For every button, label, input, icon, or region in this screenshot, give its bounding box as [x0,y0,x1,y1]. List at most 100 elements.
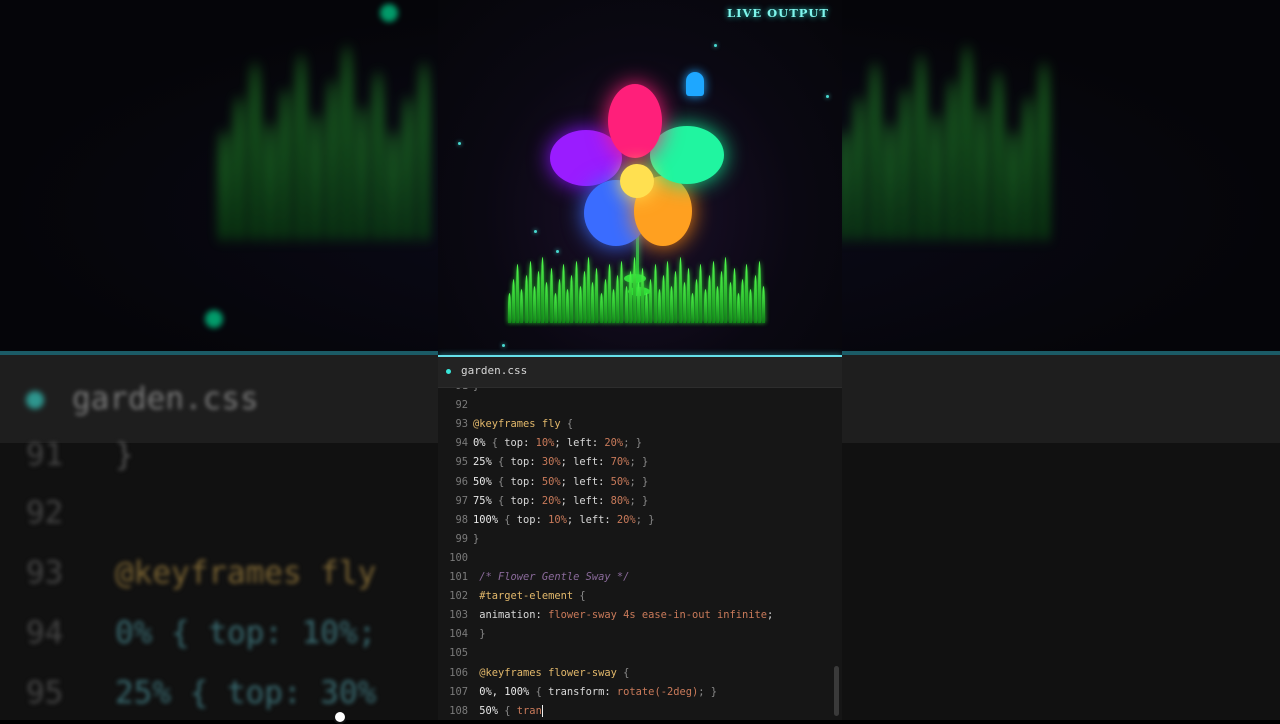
grass-blade [703,289,707,323]
line-number: 101 [449,571,468,583]
grass-patch [508,255,770,323]
grass-blade [649,278,653,323]
grass-blade [978,104,987,240]
line-number: 104 [449,628,468,641]
grass-blade [720,271,724,323]
code-token: ; } [635,513,655,526]
grass-blade [699,264,703,323]
grass-blade [620,260,624,323]
grass-blade [578,285,582,323]
grass-blade [574,260,578,323]
line-code: animation: flower-sway 4s ease-in-out in… [473,606,773,625]
code-token: top: [510,475,542,488]
grass-blade [1008,130,1017,240]
grass-blade [570,275,574,323]
grass-blade [553,293,557,323]
live-output-preview: LIVE OUTPUT [438,0,842,356]
code-token: { [623,666,630,679]
code-token: ; } [698,685,718,698]
code-token: top: [510,456,542,469]
grass-blade [327,79,336,240]
background-grass-left [220,40,440,240]
grass-blade [724,257,728,323]
grass-blade [732,267,736,323]
grass-blade [528,260,532,323]
code-token: 75% [473,494,499,507]
grass-blade [358,104,367,240]
grass-blade [749,289,753,323]
code-token: ; } [629,475,649,488]
code-token: transform: [548,685,617,698]
background-line-text: @keyframes fly [115,555,377,591]
grass-blade [508,293,511,323]
code-token: { [491,437,505,450]
grass-blade [419,62,428,240]
line-number: 103 [449,609,468,622]
grass-blade [695,278,699,323]
grass-blade [682,282,686,323]
line-number: 97 [455,494,468,507]
grass-blade [541,257,545,323]
code-token: animation: [473,609,549,622]
grass-blade [545,282,549,323]
grass-blade [901,87,910,240]
grass-blade [657,289,661,323]
line-code: } [473,625,485,644]
background-line-number: 95 [26,675,64,711]
grass-blade [678,257,682,323]
file-tab-bar: garden.css [438,357,842,388]
editor-panel: LIVE OUTPUT garden.css 91} 92 93 @keyframes… [438,0,842,720]
line-number: 102 [449,590,468,603]
grass-blade [670,285,674,323]
grass-blade [373,70,382,240]
code-token: 20% [541,494,561,507]
grass-blade [628,271,632,323]
code-token: { [535,685,549,698]
line-code: /* Flower Gentle Sway */ [473,568,629,587]
grass-blade [595,267,599,323]
line-code: 50% { top: 50%; left: 50%; } [473,473,648,492]
code-token: ; [560,456,574,469]
particle [714,44,717,47]
line-number: 100 [449,551,468,564]
code-token: ; [566,513,580,526]
code-token: left: [573,494,611,507]
line-code: } [473,388,479,396]
grass-blade [582,271,586,323]
grass-blade [666,260,670,323]
code-token: { [566,418,574,431]
code-token: 20% [616,513,636,526]
code-token: ; [560,494,574,507]
line-number: 108 [449,704,468,717]
grass-blade [566,289,570,323]
file-tab-garden-css[interactable]: garden.css [461,364,527,377]
mouse-cursor-icon [333,710,347,724]
grass-blade [1024,96,1033,240]
grass-blade [653,264,657,323]
grass-blade [296,53,305,240]
code-token: { [579,590,586,603]
grass-blade [607,264,611,323]
code-token: 50% [473,704,505,717]
background-grass-right [840,40,1060,240]
editor-scrollbar[interactable] [834,666,839,716]
background-line-text: } [115,437,134,473]
background-line-text: 0% { top: 10%; [115,615,377,651]
grass-blade [516,264,520,323]
grass-blade [557,278,561,323]
code-token: 0%, 100% [473,685,536,698]
line-code: @keyframes flower-sway { [473,664,629,683]
text-caret [541,704,543,717]
grass-blade [947,79,956,240]
grass-blade [637,282,640,323]
line-code: } [473,530,479,549]
code-token: ; } [629,494,649,507]
line-code: 100% { top: 10%; left: 20%; } [473,511,654,530]
line-code: @keyframes fly { [473,415,573,434]
code-token: top: [504,437,536,450]
particle [534,230,537,233]
code-editor[interactable]: 91}9293@keyframes fly {940% { top: 10%; … [438,388,842,720]
line-number: 98 [455,513,468,526]
grass-blade [855,96,864,240]
line-number: 106 [449,666,468,679]
